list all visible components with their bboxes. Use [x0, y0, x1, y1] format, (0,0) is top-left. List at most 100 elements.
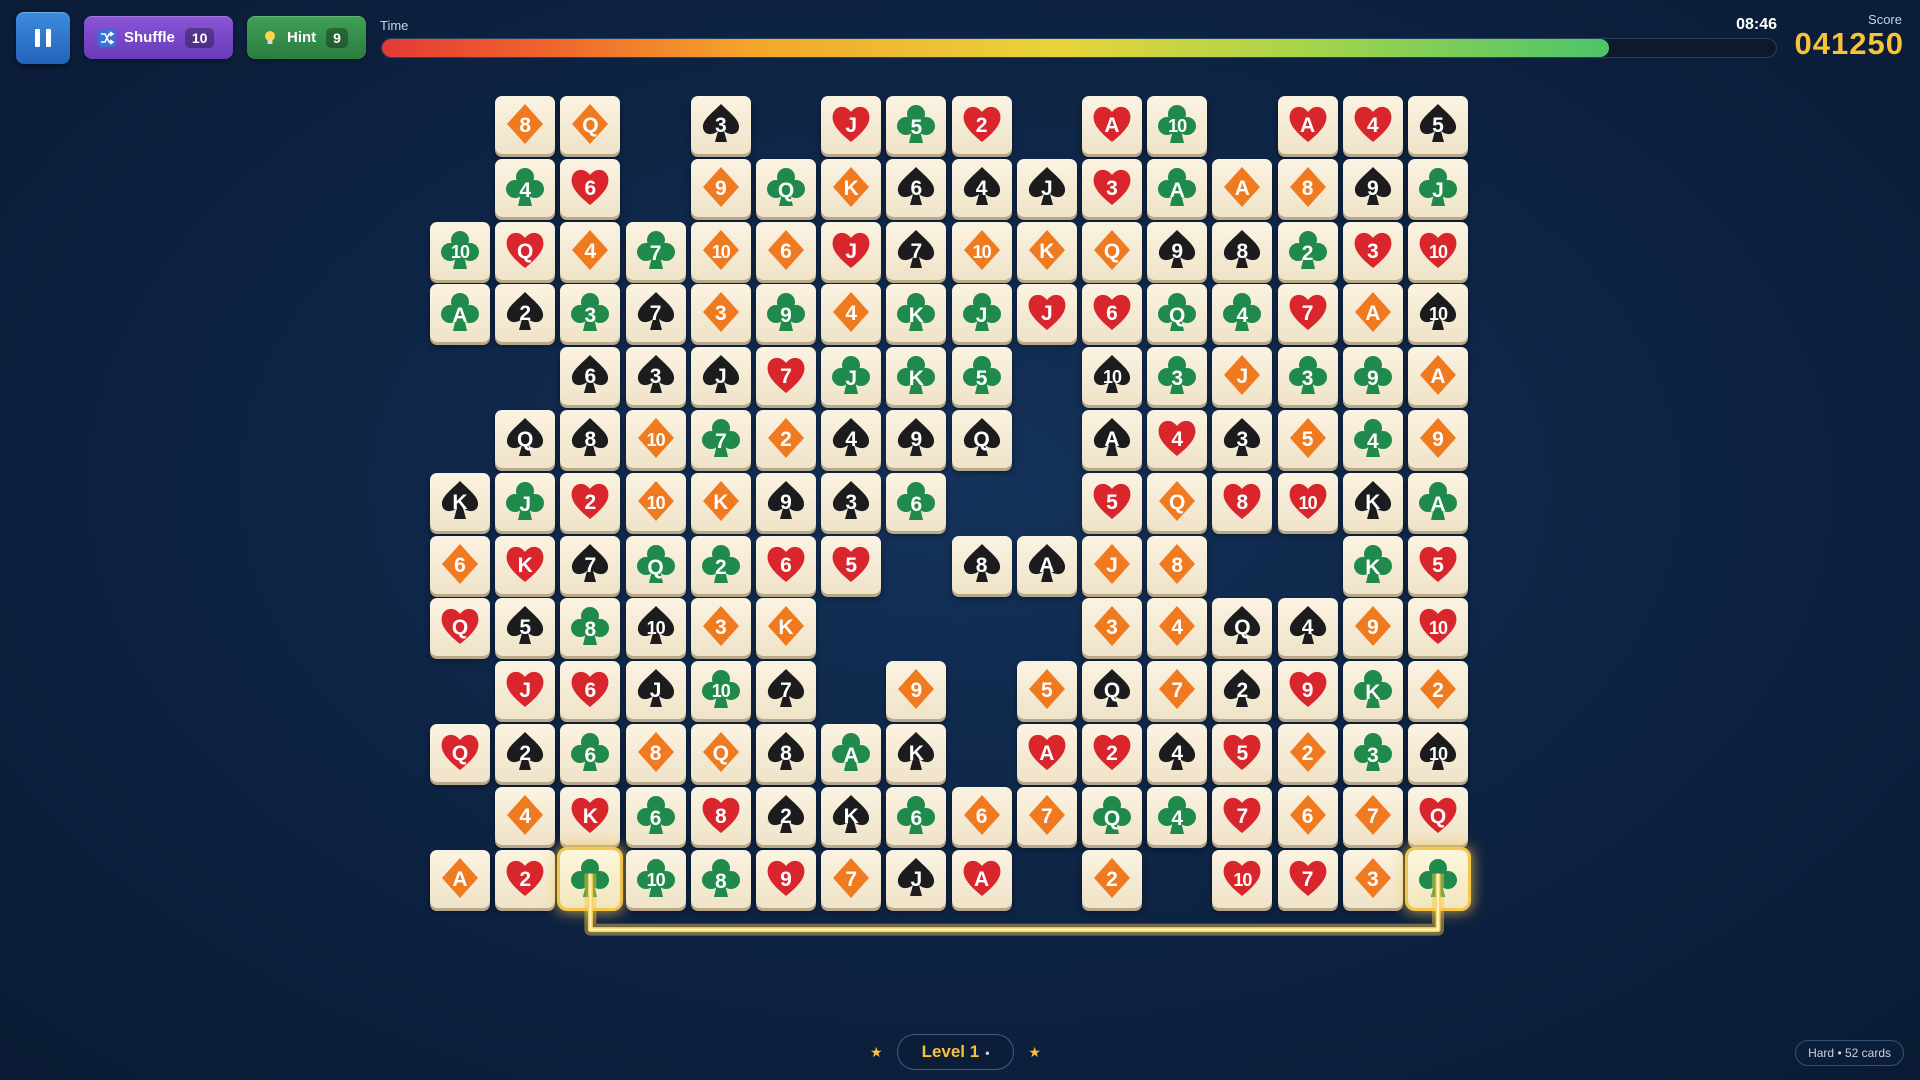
card-tile[interactable]: Q — [495, 410, 556, 468]
card-tile[interactable]: Q — [625, 535, 686, 594]
card-tile[interactable]: 9 — [1342, 598, 1403, 657]
card-tile[interactable]: 6 — [1082, 284, 1142, 343]
card-tile[interactable]: A — [1082, 410, 1142, 468]
card-tile[interactable]: K — [495, 535, 556, 594]
card-tile[interactable]: 6 — [886, 786, 947, 845]
card-tile[interactable]: K — [560, 786, 621, 845]
card-tile[interactable]: 8 — [1277, 158, 1338, 217]
card-tile[interactable]: 2 — [1408, 661, 1468, 720]
card-tile[interactable]: 3 — [1342, 849, 1403, 908]
card-tile[interactable]: 7 — [1147, 661, 1208, 720]
card-tile[interactable]: J — [951, 284, 1012, 343]
card-tile[interactable]: A — [430, 284, 490, 343]
card-tile[interactable]: 9 — [1342, 158, 1403, 217]
card-tile[interactable]: 4 — [1212, 284, 1273, 343]
card-tile[interactable]: 9 — [886, 410, 947, 468]
card-tile[interactable]: 7 — [690, 410, 751, 468]
card-tile[interactable]: 10 — [1082, 347, 1142, 406]
card-tile[interactable]: 2 — [951, 96, 1012, 154]
card-tile[interactable]: 3 — [1342, 221, 1403, 280]
card-tile[interactable]: 3 — [821, 472, 882, 531]
card-tile[interactable]: 2 — [1277, 724, 1338, 782]
card-tile[interactable]: A — [1212, 158, 1273, 217]
card-tile[interactable]: 7 — [1342, 786, 1403, 845]
card-tile[interactable]: K — [1016, 221, 1077, 280]
card-tile[interactable]: 3 — [1082, 158, 1142, 217]
card-tile[interactable]: J — [1408, 158, 1468, 217]
card-tile[interactable]: 7 — [886, 221, 947, 280]
card-tile[interactable]: A — [1147, 158, 1208, 217]
card-tile[interactable]: K — [821, 786, 882, 845]
card-tile[interactable]: 10 — [1147, 96, 1208, 154]
card-tile[interactable]: 3 — [1277, 347, 1338, 406]
card-tile[interactable]: Q — [1082, 661, 1142, 720]
card-tile[interactable]: 5 — [1408, 96, 1468, 154]
card-tile[interactable]: 9 — [1277, 661, 1338, 720]
card-tile-selected[interactable] — [560, 849, 621, 908]
card-tile[interactable]: A — [1016, 535, 1077, 594]
card-tile[interactable]: 7 — [1277, 284, 1338, 343]
card-tile[interactable]: 5 — [886, 96, 947, 154]
card-tile[interactable]: A — [430, 849, 490, 908]
card-tile[interactable]: 6 — [756, 535, 816, 594]
card-tile[interactable]: Q — [756, 158, 816, 217]
card-tile[interactable]: 2 — [495, 284, 556, 343]
card-tile[interactable]: 10 — [625, 849, 686, 908]
card-tile[interactable]: 8 — [560, 410, 621, 468]
card-tile[interactable]: 2 — [756, 786, 816, 845]
card-tile[interactable]: 10 — [430, 221, 490, 280]
card-tile[interactable]: A — [1408, 472, 1468, 531]
card-tile[interactable]: 6 — [560, 661, 621, 720]
card-tile[interactable]: A — [1082, 96, 1142, 154]
card-tile[interactable]: 5 — [1016, 661, 1077, 720]
card-tile[interactable]: 9 — [1342, 347, 1403, 406]
card-tile[interactable]: K — [1342, 535, 1403, 594]
card-tile[interactable]: 8 — [756, 724, 816, 782]
card-tile[interactable]: J — [690, 347, 751, 406]
card-tile[interactable]: 6 — [951, 786, 1012, 845]
card-tile[interactable]: 8 — [1212, 472, 1273, 531]
card-tile[interactable]: 7 — [1277, 849, 1338, 908]
card-tile[interactable]: 4 — [1342, 410, 1403, 468]
card-tile[interactable]: 9 — [690, 158, 751, 217]
card-tile[interactable]: 8 — [1147, 535, 1208, 594]
card-tile[interactable]: 10 — [625, 472, 686, 531]
card-tile[interactable]: 4 — [1277, 598, 1338, 657]
card-tile[interactable]: 8 — [1212, 221, 1273, 280]
card-tile[interactable]: 8 — [690, 786, 751, 845]
card-tile[interactable]: A — [1277, 96, 1338, 154]
card-tile[interactable]: A — [951, 849, 1012, 908]
card-tile[interactable]: 8 — [495, 96, 556, 154]
card-tile[interactable]: 7 — [625, 221, 686, 280]
card-tile[interactable]: 5 — [1408, 535, 1468, 594]
card-tile[interactable]: 2 — [1082, 724, 1142, 782]
card-tile[interactable]: 5 — [1277, 410, 1338, 468]
card-tile[interactable]: Q — [1408, 786, 1468, 845]
card-tile[interactable]: J — [1212, 347, 1273, 406]
card-tile[interactable]: 10 — [625, 410, 686, 468]
card-tile[interactable]: 4 — [1147, 786, 1208, 845]
card-tile[interactable]: Q — [1082, 221, 1142, 280]
card-tile[interactable]: 3 — [625, 347, 686, 406]
card-tile[interactable]: J — [1016, 284, 1077, 343]
card-tile[interactable]: 10 — [1212, 849, 1273, 908]
card-tile[interactable]: 3 — [560, 284, 621, 343]
card-tile[interactable]: 4 — [821, 284, 882, 343]
card-tile[interactable]: 5 — [951, 347, 1012, 406]
card-tile[interactable]: 6 — [560, 724, 621, 782]
card-tile[interactable]: 7 — [625, 284, 686, 343]
card-tile[interactable]: 9 — [756, 284, 816, 343]
card-tile[interactable]: K — [886, 724, 947, 782]
card-tile[interactable]: 2 — [1277, 221, 1338, 280]
card-tile[interactable]: 8 — [951, 535, 1012, 594]
card-tile[interactable]: 6 — [560, 158, 621, 217]
card-tile[interactable]: J — [495, 472, 556, 531]
card-tile-selected[interactable] — [1408, 849, 1468, 908]
card-tile[interactable]: 4 — [495, 786, 556, 845]
card-tile[interactable]: 4 — [1342, 96, 1403, 154]
card-tile[interactable]: Q — [495, 221, 556, 280]
card-tile[interactable]: 3 — [1342, 724, 1403, 782]
card-tile[interactable]: J — [886, 849, 947, 908]
card-tile[interactable]: K — [886, 347, 947, 406]
card-tile[interactable]: 10 — [1277, 472, 1338, 531]
